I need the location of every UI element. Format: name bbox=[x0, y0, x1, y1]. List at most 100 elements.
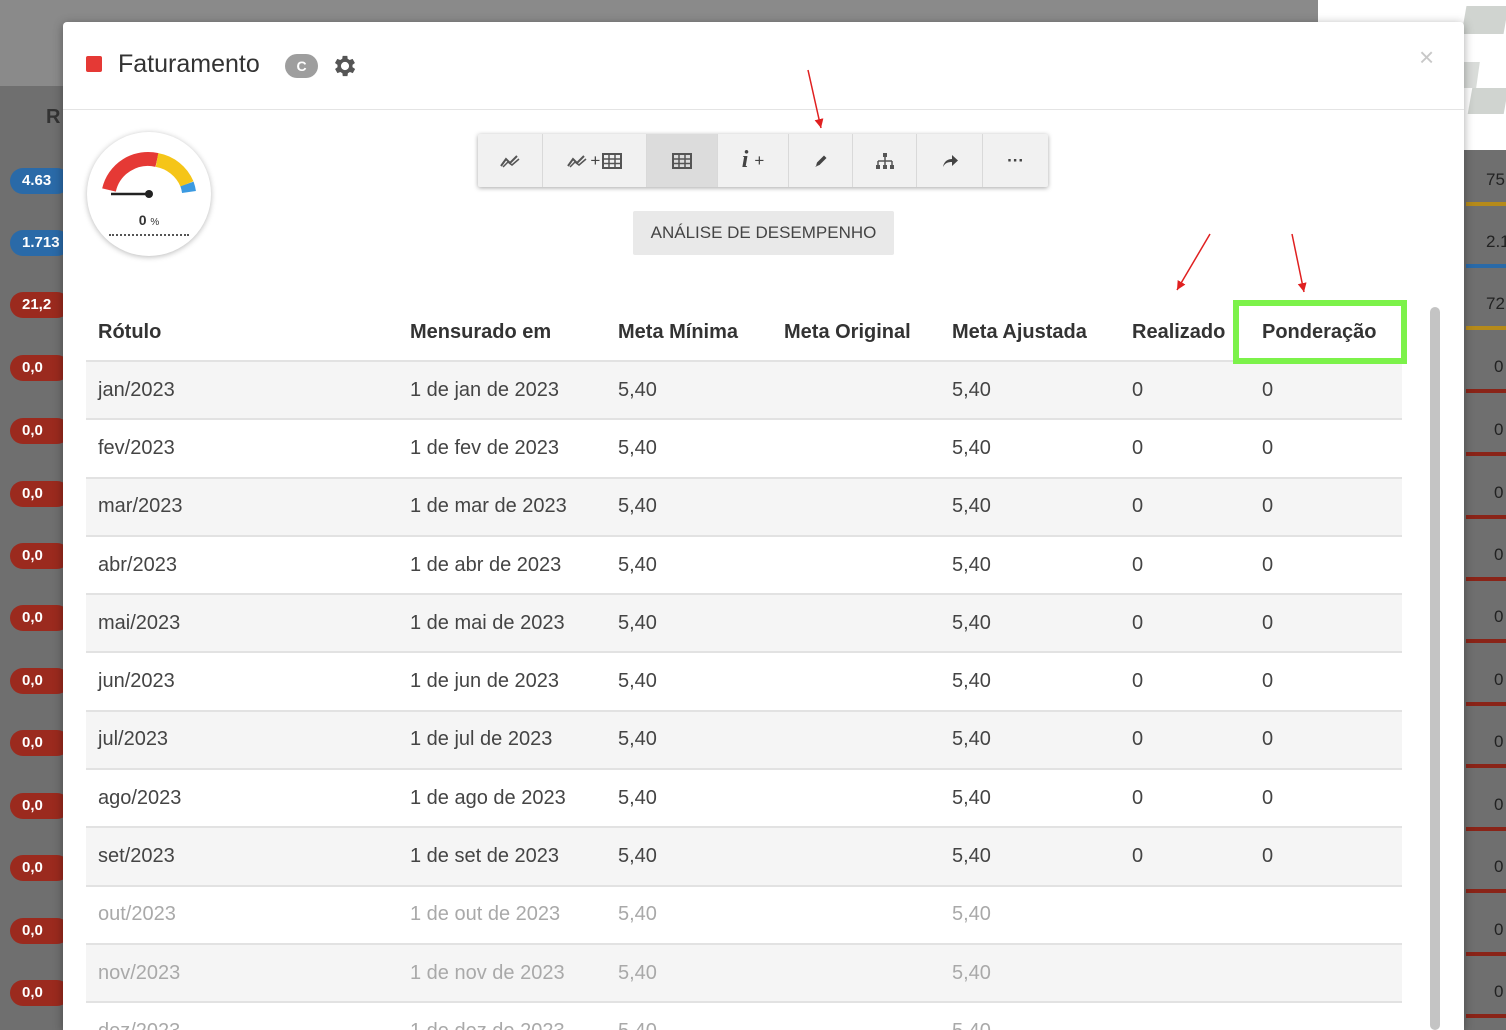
background-status-bar bbox=[1466, 452, 1506, 456]
cell-label: set/2023 bbox=[98, 845, 175, 868]
table-view-button[interactable] bbox=[646, 134, 718, 187]
background-value-badge: 0,0 bbox=[10, 543, 70, 569]
column-header-min-goal[interactable]: Meta Mínima bbox=[618, 304, 738, 360]
table-row[interactable]: jul/2023 1 de jul de 2023 5,40 5,40 0 0 bbox=[86, 711, 1402, 771]
column-header-original-goal[interactable]: Meta Original bbox=[784, 304, 911, 360]
cell-adjusted-goal: 5,40 bbox=[952, 786, 991, 809]
background-status-bar bbox=[1466, 702, 1506, 706]
cell-adjusted-goal: 5,40 bbox=[952, 378, 991, 401]
cell-weighting: 0 bbox=[1262, 553, 1274, 576]
background-value-badge: 0,0 bbox=[10, 918, 70, 944]
table-row[interactable]: mai/2023 1 de mai de 2023 5,40 5,40 0 0 bbox=[86, 595, 1402, 654]
goals-table: Rótulo Mensurado em Meta Mínima Meta Ori… bbox=[86, 304, 1402, 1030]
background-value-badge: 0,0 bbox=[10, 355, 70, 381]
table-row[interactable]: dez/2023 1 de dez de 2023 5,40 5,40 bbox=[86, 1003, 1402, 1030]
more-icon: ··· bbox=[1007, 150, 1025, 170]
table-row[interactable]: ago/2023 1 de ago de 2023 5,40 5,40 0 0 bbox=[86, 770, 1402, 829]
table-row[interactable]: abr/2023 1 de abr de 2023 5,40 5,40 0 0 bbox=[86, 537, 1402, 596]
background-value-badge: 0,0 bbox=[10, 668, 70, 694]
background-column-header-left: R bbox=[46, 106, 61, 128]
background-value: 72 bbox=[1486, 294, 1505, 313]
edit-button[interactable] bbox=[789, 134, 854, 187]
table-row[interactable]: mar/2023 1 de mar de 2023 5,40 5,40 0 0 bbox=[86, 478, 1402, 537]
gear-icon[interactable] bbox=[331, 52, 359, 80]
cell-min-goal: 5,40 bbox=[618, 845, 657, 868]
background-value-badge: 0,0 bbox=[10, 855, 70, 881]
plus-label: + bbox=[754, 150, 765, 170]
column-header-measured-on[interactable]: Mensurado em bbox=[410, 304, 551, 360]
table-row[interactable]: set/2023 1 de set de 2023 5,40 5,40 0 0 bbox=[86, 828, 1402, 887]
cell-realized: 0 bbox=[1132, 845, 1144, 868]
info-button[interactable]: i + bbox=[718, 134, 790, 187]
background-value-badge: 4.63 bbox=[10, 168, 70, 194]
background-value: 0 bbox=[1494, 607, 1504, 626]
plus-label: + bbox=[590, 150, 601, 170]
performance-gauge: 0 % bbox=[87, 132, 211, 256]
cell-realized: 0 bbox=[1132, 495, 1144, 518]
table-row[interactable]: fev/2023 1 de fev de 2023 5,40 5,40 0 0 bbox=[86, 420, 1402, 479]
hierarchy-button[interactable] bbox=[853, 134, 918, 187]
background-status-bar bbox=[1466, 1014, 1506, 1018]
table-row[interactable]: nov/2023 1 de nov de 2023 5,40 5,40 bbox=[86, 944, 1402, 1004]
background-value-badge: 0,0 bbox=[10, 730, 70, 756]
cell-measured-on: 1 de abr de 2023 bbox=[410, 553, 562, 576]
paper-edge bbox=[1461, 6, 1506, 34]
cell-measured-on: 1 de mar de 2023 bbox=[410, 495, 567, 518]
cell-adjusted-goal: 5,40 bbox=[952, 436, 991, 459]
cell-realized: 0 bbox=[1132, 436, 1144, 459]
cell-adjusted-goal: 5,40 bbox=[952, 961, 991, 984]
background-value: 2.14 bbox=[1486, 232, 1506, 251]
column-header-adjusted-goal[interactable]: Meta Ajustada bbox=[952, 304, 1087, 360]
table-row[interactable]: jun/2023 1 de jun de 2023 5,40 5,40 0 0 bbox=[86, 653, 1402, 712]
cell-label: mai/2023 bbox=[98, 611, 181, 634]
chart-and-table-button[interactable]: + bbox=[543, 134, 647, 187]
share-button[interactable] bbox=[917, 134, 984, 187]
table-row[interactable]: out/2023 1 de out de 2023 5,40 5,40 bbox=[86, 887, 1402, 945]
cell-weighting: 0 bbox=[1262, 670, 1274, 693]
background-status-bar bbox=[1466, 389, 1506, 393]
column-header-label[interactable]: Rótulo bbox=[98, 304, 161, 360]
cell-min-goal: 5,40 bbox=[618, 961, 657, 984]
background-value: 0 bbox=[1494, 420, 1504, 439]
cell-realized: 0 bbox=[1132, 728, 1144, 751]
table-row[interactable]: jan/2023 1 de jan de 2023 5,40 5,40 0 0 bbox=[86, 362, 1402, 421]
info-icon: i bbox=[741, 147, 749, 173]
classification-badge[interactable]: C bbox=[285, 54, 318, 78]
background-status-bar bbox=[1466, 264, 1506, 268]
share-arrow-icon bbox=[942, 154, 958, 167]
cell-realized: 0 bbox=[1132, 553, 1144, 576]
table-body: jan/2023 1 de jan de 2023 5,40 5,40 0 0 fev/20… bbox=[86, 362, 1402, 1030]
background-value: 0 bbox=[1494, 545, 1504, 564]
cell-measured-on: 1 de jul de 2023 bbox=[410, 728, 553, 751]
table-header: Rótulo Mensurado em Meta Mínima Meta Ori… bbox=[86, 304, 1402, 362]
modal-title: Faturamento bbox=[118, 50, 260, 78]
table-icon bbox=[602, 152, 623, 169]
cell-label: nov/2023 bbox=[98, 961, 181, 984]
cell-adjusted-goal: 5,40 bbox=[952, 845, 991, 868]
cell-label: fev/2023 bbox=[98, 436, 175, 459]
table-scrollbar[interactable] bbox=[1430, 307, 1440, 1030]
background-value-badge: 0,0 bbox=[10, 605, 70, 631]
background-value-badge: 1.713 bbox=[10, 230, 70, 256]
close-icon[interactable]: × bbox=[1419, 42, 1434, 73]
more-button[interactable]: ··· bbox=[983, 134, 1048, 187]
background-value: 0 bbox=[1494, 920, 1504, 939]
column-header-realized[interactable]: Realizado bbox=[1132, 304, 1225, 360]
cell-min-goal: 5,40 bbox=[618, 903, 657, 926]
cell-min-goal: 5,40 bbox=[618, 670, 657, 693]
cell-min-goal: 5,40 bbox=[618, 495, 657, 518]
background-status-bar bbox=[1466, 577, 1506, 581]
cell-label: jun/2023 bbox=[98, 670, 175, 693]
cell-measured-on: 1 de jan de 2023 bbox=[410, 378, 560, 401]
cell-adjusted-goal: 5,40 bbox=[952, 495, 991, 518]
cell-label: out/2023 bbox=[98, 903, 176, 926]
cell-measured-on: 1 de fev de 2023 bbox=[410, 436, 560, 459]
background-value: 75 bbox=[1486, 170, 1505, 189]
cell-weighting: 0 bbox=[1262, 436, 1274, 459]
gauge-value: 0 % bbox=[138, 212, 160, 228]
background-value-badge: 0,0 bbox=[10, 481, 70, 507]
line-chart-button[interactable] bbox=[478, 134, 543, 187]
cell-adjusted-goal: 5,40 bbox=[952, 670, 991, 693]
performance-analysis-button[interactable]: ANÁLISE DE DESEMPENHO bbox=[633, 211, 894, 255]
cell-min-goal: 5,40 bbox=[618, 436, 657, 459]
